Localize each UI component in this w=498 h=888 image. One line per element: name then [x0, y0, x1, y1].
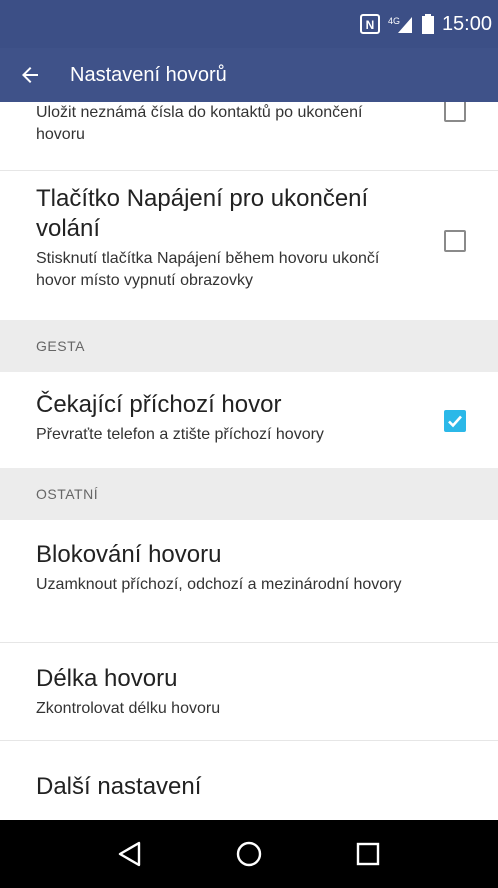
setting-call-waiting[interactable]: Čekající příchozí hovor Převraťte telefo…	[0, 390, 498, 480]
setting-save-unknown-numbers[interactable]: Uložit neznámá čísla do kontaktů po ukon…	[0, 102, 498, 170]
call-waiting-checkbox[interactable]	[444, 410, 466, 432]
page-title: Nastavení hovorů	[70, 63, 227, 86]
section-header-gestures: GESTA	[0, 320, 498, 372]
setting-call-duration-subtitle: Zkontrolovat délku hovoru	[36, 700, 221, 717]
setting-more-settings-title: Další nastavení	[36, 773, 202, 800]
divider	[0, 642, 498, 643]
setting-save-unknown-subtitle: Uložit neznámá čísla do kontaktů po ukon…	[36, 104, 363, 143]
home-circle-icon	[236, 841, 262, 867]
setting-call-duration-title: Délka hovoru	[36, 665, 178, 692]
nav-home-button[interactable]	[219, 824, 279, 884]
recents-square-icon	[357, 842, 380, 866]
nav-back-button[interactable]	[100, 824, 160, 884]
divider	[0, 170, 498, 171]
nfc-icon: N	[359, 14, 380, 34]
settings-list: Uložit neznámá čísla do kontaktů po ukon…	[0, 102, 498, 820]
setting-more-settings[interactable]: Další nastavení	[0, 772, 498, 820]
arrow-back-icon	[22, 67, 38, 83]
setting-call-duration[interactable]: Délka hovoru Zkontrolovat délku hovoru	[0, 664, 498, 744]
battery-icon	[421, 14, 434, 34]
setting-power-button-title: Tlačítko Napájení pro ukončení volání	[36, 185, 369, 242]
divider	[0, 740, 498, 741]
svg-text:4G: 4G	[388, 16, 400, 26]
nav-recents-button[interactable]	[338, 824, 398, 884]
setting-call-blocking-subtitle: Uzamknout příchozí, odchozí a mezinárodn…	[36, 576, 402, 593]
power-button-checkbox[interactable]	[444, 230, 466, 252]
navigation-bar	[0, 820, 498, 888]
signal-icon: 4G	[388, 14, 414, 34]
setting-call-blocking[interactable]: Blokování hovoru Uzamknout příchozí, odc…	[0, 540, 498, 640]
section-header-other: OSTATNÍ	[0, 468, 498, 520]
check-icon	[448, 415, 462, 428]
save-unknown-checkbox[interactable]	[444, 102, 466, 122]
status-bar: N 4G 15:00	[0, 0, 498, 48]
setting-call-waiting-title: Čekající příchozí hovor	[36, 391, 282, 418]
back-triangle-icon	[118, 841, 140, 867]
svg-text:N: N	[366, 18, 375, 32]
setting-call-blocking-title: Blokování hovoru	[36, 541, 222, 568]
back-button[interactable]	[0, 48, 60, 102]
status-time: 15:00	[441, 12, 492, 35]
setting-power-button-subtitle: Stisknutí tlačítka Napájení během hovoru…	[36, 250, 380, 289]
app-bar: Nastavení hovorů	[0, 48, 498, 102]
setting-power-button-end-call[interactable]: Tlačítko Napájení pro ukončení volání St…	[0, 184, 498, 316]
setting-call-waiting-subtitle: Převraťte telefon a ztište příchozí hovo…	[36, 426, 324, 443]
screen: N 4G 15:00 Nastavení hovorů Uložit nezná…	[0, 0, 498, 888]
